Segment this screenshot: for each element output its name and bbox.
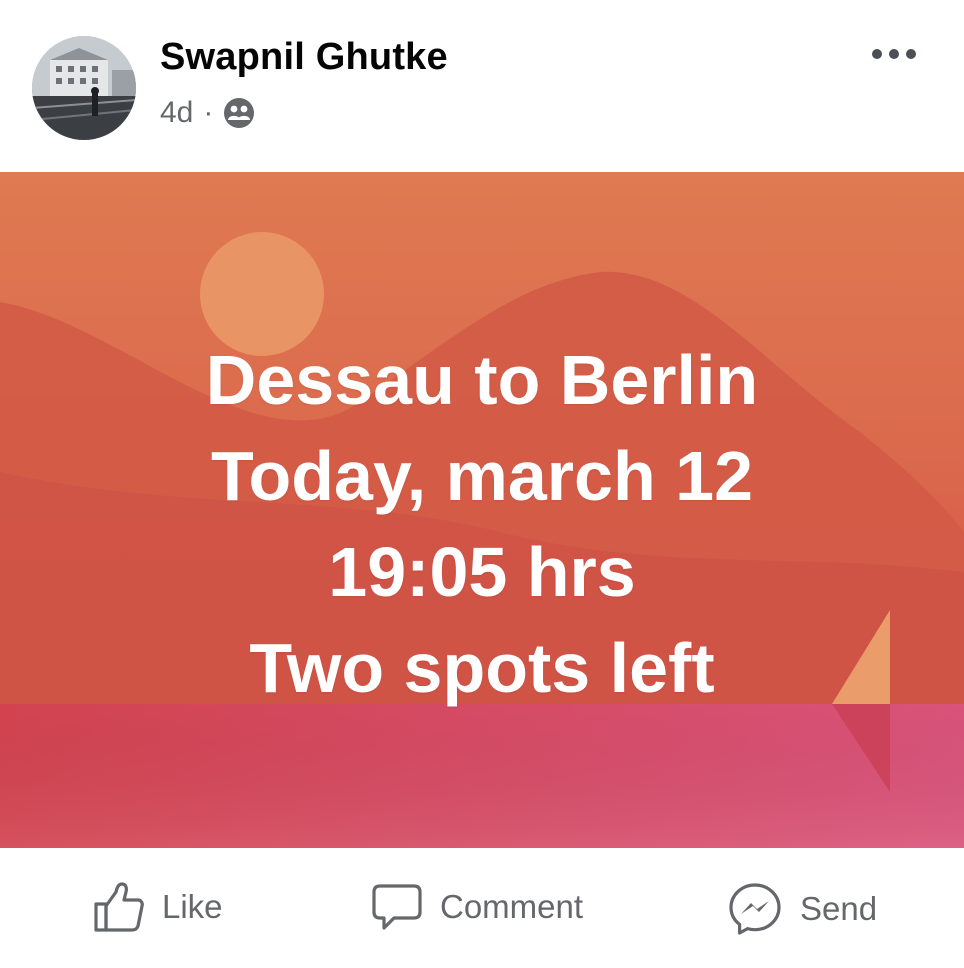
comment-button[interactable]: Comment bbox=[370, 880, 583, 934]
avatar[interactable] bbox=[32, 36, 136, 140]
post-time[interactable]: 4d bbox=[160, 96, 193, 130]
friends-icon[interactable] bbox=[223, 97, 255, 129]
like-label: Like bbox=[162, 888, 223, 925]
send-button[interactable]: Send bbox=[726, 880, 877, 938]
more-options-icon[interactable] bbox=[864, 38, 924, 70]
thumbs-up-icon bbox=[94, 882, 144, 932]
like-button[interactable]: Like bbox=[92, 880, 223, 934]
more-dot bbox=[889, 49, 899, 59]
post-header: Swapnil Ghutke 4d · bbox=[0, 0, 964, 172]
post-line-time: 19:05 hrs bbox=[328, 533, 636, 611]
post-meta: 4d · bbox=[160, 96, 255, 130]
post-text: Dessau to Berlin Today, march 12 19:05 h… bbox=[0, 332, 964, 716]
comment-label: Comment bbox=[440, 888, 584, 925]
messenger-icon bbox=[729, 883, 781, 935]
more-dot bbox=[872, 49, 882, 59]
meta-separator: · bbox=[203, 96, 214, 129]
post-line-spots: Two spots left bbox=[249, 629, 715, 707]
post-background[interactable]: Dessau to Berlin Today, march 12 19:05 h… bbox=[0, 172, 964, 848]
author-name[interactable]: Swapnil Ghutke bbox=[160, 36, 448, 79]
more-dot bbox=[906, 49, 916, 59]
post-line-route: Dessau to Berlin bbox=[205, 341, 759, 419]
comment-icon bbox=[372, 884, 422, 930]
post-line-date: Today, march 12 bbox=[210, 437, 754, 515]
send-label: Send bbox=[800, 890, 878, 927]
